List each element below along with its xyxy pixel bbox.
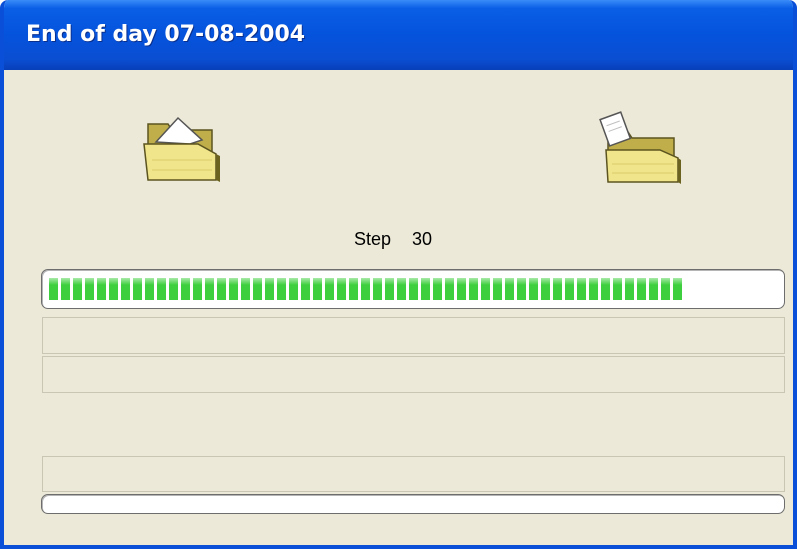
info-panel-3 [42, 456, 785, 492]
step-indicator: Step 30 [354, 229, 432, 250]
open-folder-icon [143, 116, 220, 182]
info-panel-1 [42, 317, 785, 354]
step-number: 30 [412, 229, 433, 249]
main-progress-bar [41, 269, 785, 309]
step-label: Step [354, 229, 392, 249]
secondary-progress-bar [41, 494, 785, 514]
window-title: End of day 07-08-2004 [26, 22, 306, 47]
title-bar[interactable]: End of day 07-08-2004 [4, 0, 793, 70]
folder-with-document-icon [599, 111, 681, 184]
main-progress-fill [49, 278, 685, 300]
info-panel-2 [42, 356, 785, 393]
end-of-day-dialog: End of day 07-08-2004 Step 30 [0, 0, 797, 549]
